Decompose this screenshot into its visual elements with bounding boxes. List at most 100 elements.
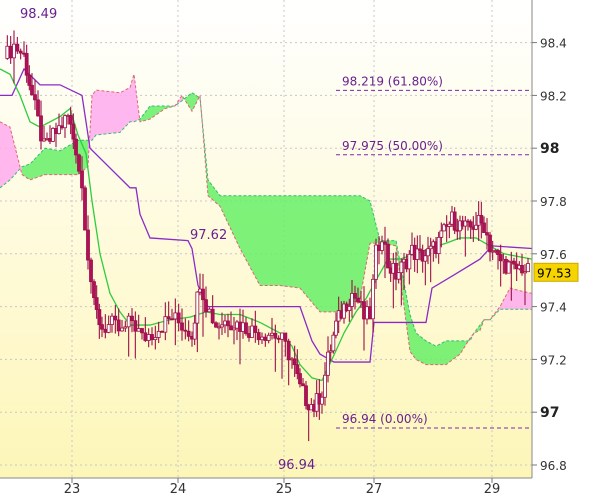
cloud-segment: [520, 290, 532, 310]
x-tick-label: 23: [64, 482, 81, 497]
candle-body: [18, 50, 23, 54]
candle-body: [331, 334, 336, 352]
y-tick-label: 97.2: [540, 353, 567, 367]
candle-body: [304, 385, 308, 406]
candle-body: [204, 299, 208, 313]
candle-body: [286, 340, 291, 361]
candle-body: [260, 336, 264, 341]
candle-body: [488, 234, 492, 253]
candle-body: [110, 315, 114, 325]
candle-body: [386, 243, 390, 269]
candle-body: [48, 137, 52, 142]
ichimoku-chart: 98.219 (61.80%) 97.975 (50.00%) 96.94 (0.0…: [0, 0, 579, 497]
candle-body: [474, 224, 478, 230]
candle-body: [153, 337, 158, 341]
candle-body: [150, 334, 154, 341]
candle-body: [140, 328, 144, 334]
candle-body: [320, 396, 324, 405]
candle-body: [207, 308, 212, 313]
candle-body: [123, 326, 128, 329]
candle-body: [298, 373, 302, 385]
y-tick-label: 97: [540, 405, 559, 421]
candle-body: [163, 316, 168, 333]
candle-body: [24, 53, 29, 76]
candle-body: [143, 332, 148, 341]
price-annotation: 98.49: [20, 7, 57, 22]
candle-body: [220, 324, 224, 328]
x-tick-label: 29: [484, 482, 501, 497]
candle-body: [195, 291, 200, 324]
candle-body: [436, 236, 441, 254]
candle-body: [426, 248, 430, 257]
candle-body: [63, 115, 67, 129]
candle-body: [247, 333, 251, 338]
y-axis: 98.4 98.2 98 97.8 97.6 97.4 97.2 97 96.8: [532, 37, 567, 473]
candle-body: [479, 215, 484, 224]
candle-body: [374, 244, 378, 280]
candle-body: [280, 332, 284, 340]
candle-body: [103, 328, 108, 333]
fib-level-label: 97.975 (50.00%): [342, 139, 443, 153]
candle-body: [396, 272, 401, 280]
candle-body: [468, 221, 473, 228]
cloud-segment: [340, 195, 360, 312]
y-tick-label: 97.8: [540, 195, 567, 209]
candle-body: [33, 94, 37, 101]
candle-body: [452, 211, 457, 231]
candle-body: [217, 326, 221, 329]
candle-body: [226, 320, 230, 327]
candle-body: [27, 74, 32, 86]
candle-body: [256, 332, 261, 341]
candle-body: [353, 293, 357, 299]
candle-body: [30, 84, 34, 96]
candle-body: [506, 261, 511, 274]
candle-body: [482, 222, 486, 233]
candle-body: [380, 241, 384, 251]
candle-body: [323, 374, 327, 398]
candle-body: [263, 336, 268, 341]
candle-body: [377, 244, 381, 251]
candle-body: [283, 332, 288, 342]
candle-body: [126, 315, 131, 328]
candle-body: [39, 115, 43, 142]
candle-body: [113, 315, 118, 321]
cloud-segment: [96, 90, 120, 135]
candle-body: [83, 187, 87, 231]
candle-body: [8, 45, 13, 59]
candle-body: [120, 327, 124, 332]
candle-body: [244, 322, 248, 334]
fib-level-label: 98.219 (61.80%): [342, 74, 443, 88]
candle-body: [526, 263, 530, 273]
candle-body: [116, 319, 121, 332]
y-tick-label: 97.4: [540, 301, 567, 315]
candle-body: [334, 320, 338, 336]
candle-body: [106, 324, 111, 333]
candle-body: [407, 253, 412, 270]
candle-body: [423, 255, 428, 262]
candle-body: [223, 320, 227, 326]
candle-body: [5, 45, 10, 59]
x-axis: 23 24 25 27 29: [64, 478, 501, 497]
candle-body: [130, 315, 134, 322]
candle-body: [485, 232, 489, 236]
candle-body: [180, 322, 184, 331]
candle-body: [238, 321, 242, 332]
candle-body: [512, 260, 516, 265]
y-tick-label: 98: [540, 141, 559, 157]
candle-body: [201, 288, 205, 301]
y-tick-label: 98.2: [540, 89, 567, 103]
candle-body: [173, 312, 178, 320]
candle-body: [350, 293, 354, 307]
candle-body: [160, 330, 164, 333]
candle-body: [326, 351, 330, 376]
price-annotation: 96.94: [278, 458, 315, 473]
candle-body: [241, 322, 245, 332]
current-price-tag: 97.53: [533, 262, 579, 282]
candle-body: [368, 306, 372, 320]
candle-body: [496, 250, 500, 255]
candle-body: [301, 383, 305, 387]
cloud-segment: [320, 195, 340, 312]
candle-body: [295, 364, 300, 374]
candle-body: [97, 309, 102, 326]
candle-body: [229, 325, 233, 331]
